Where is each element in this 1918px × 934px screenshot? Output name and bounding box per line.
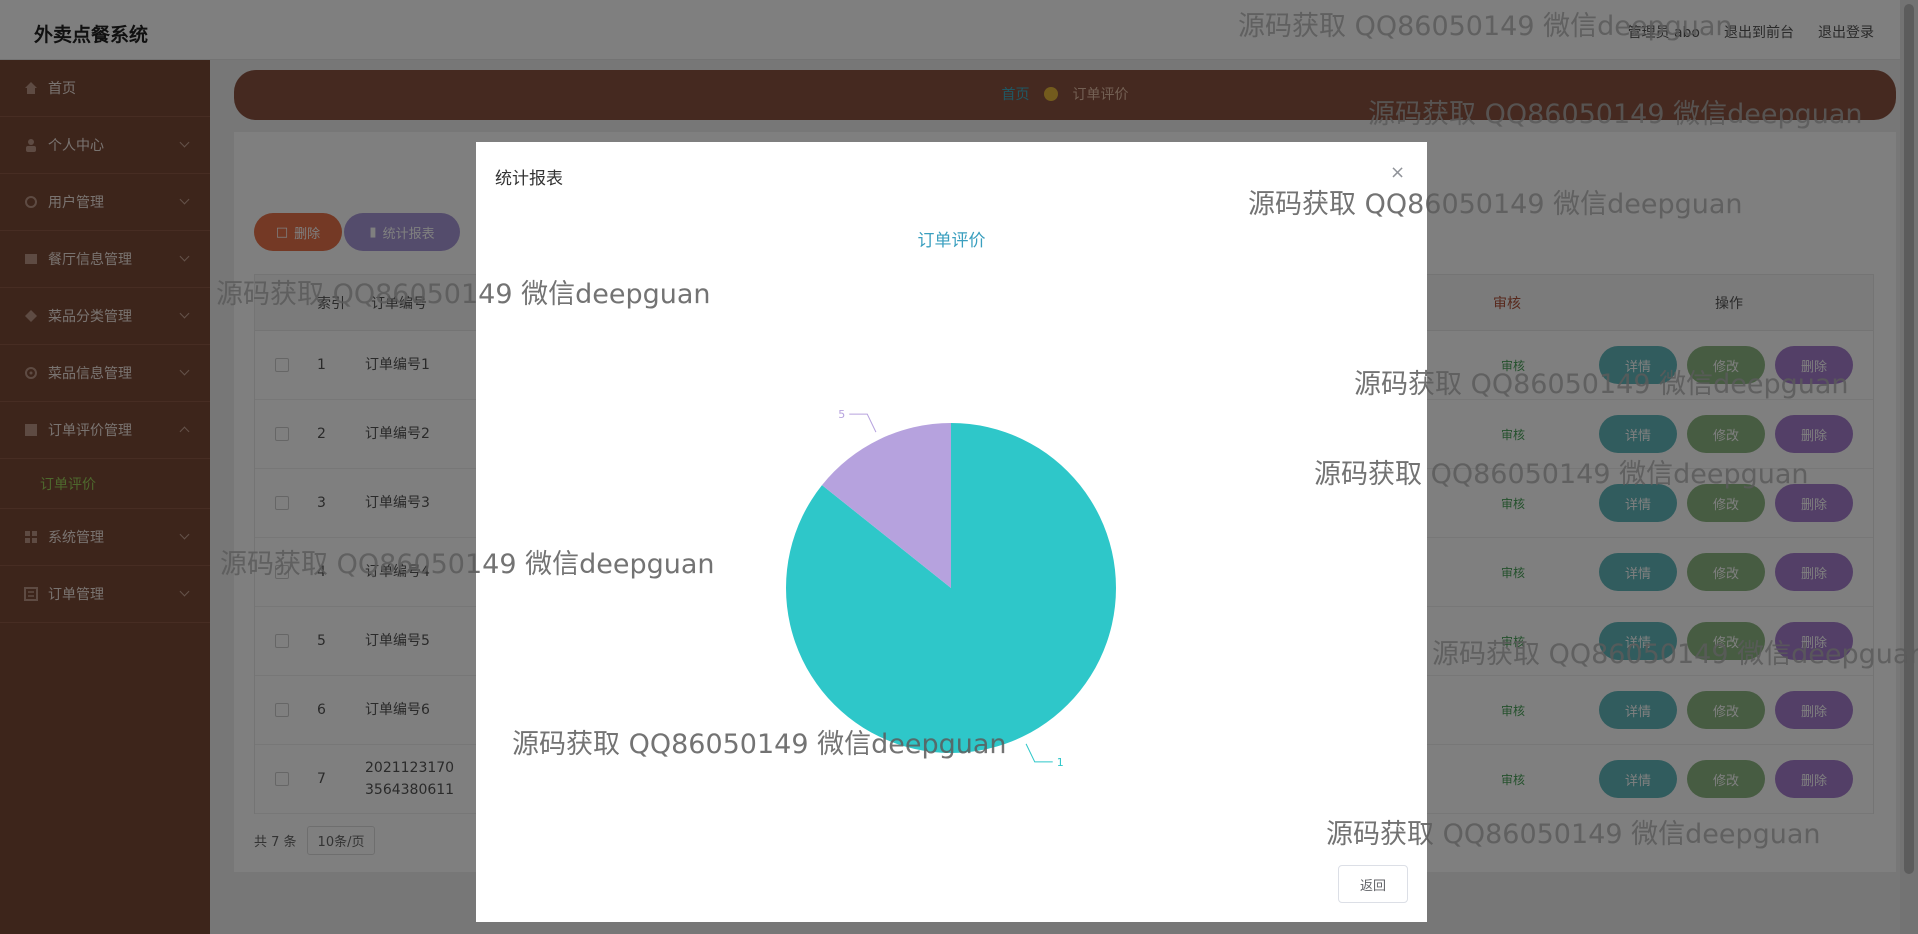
watermark: 源码获取 QQ86050149 微信deepguan [512,729,1007,760]
watermark: 源码获取 QQ86050149 微信deepguan [1326,819,1821,850]
watermark: 源码获取 QQ86050149 微信deepguan [216,279,711,310]
watermark: 源码获取 QQ86050149 微信deepguan [1368,99,1863,130]
pie-leader-line [849,413,877,433]
watermark: 源码获取 QQ86050149 微信deepguan [1248,189,1743,220]
pie-slice-label: 5 [838,408,845,421]
watermark: 源码获取 QQ86050149 微信deepguan [1432,639,1918,670]
pie-slice-label: 1 [1057,756,1064,769]
watermark: 源码获取 QQ86050149 微信deepguan [220,549,715,580]
back-button[interactable]: 返回 [1338,865,1408,903]
watermark: 源码获取 QQ86050149 微信deepguan [1314,459,1809,490]
pie-leader-line [1025,743,1053,763]
report-modal: 统计报表 × 订单评价 15 返回 [476,142,1427,922]
watermark: 源码获取 QQ86050149 微信deepguan [1354,369,1849,400]
watermark: 源码获取 QQ86050149 微信deepguan [1238,11,1733,42]
